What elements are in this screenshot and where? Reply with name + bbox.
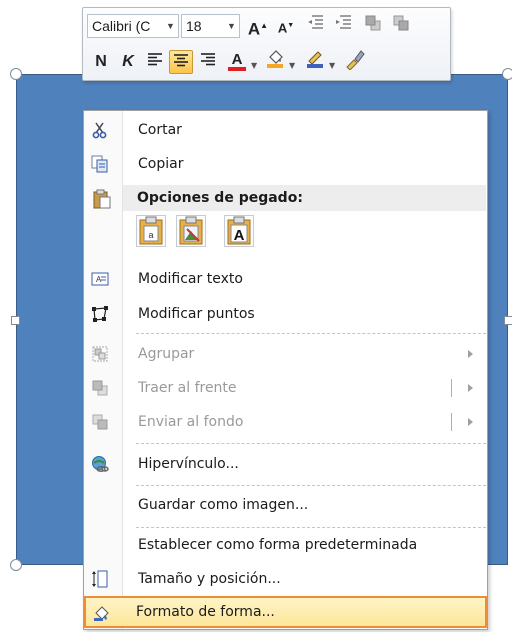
edit-points-icon [91,305,109,323]
chevron-down-icon[interactable]: ▼ [224,15,239,37]
copy-icon [91,155,109,173]
menu-item-label: Traer al frente [138,380,237,396]
menu-item-label: Formato de forma... [136,604,275,620]
menu-item-label: Cortar [138,122,182,138]
menu-item-label: Modificar puntos [138,306,255,322]
resize-handle-top-left[interactable] [10,68,22,80]
bring-forward-icon[interactable] [361,14,385,38]
paste-text-only-button[interactable]: A [224,215,254,247]
menu-item-label: Agrupar [138,346,195,362]
menu-separator [136,527,486,528]
mini-toolbar: Calibri (C ▼ 18 ▼ A▲ A▼ N K A ▼ ▼ ▼ [82,7,451,81]
font-size-value: 18 [186,18,202,34]
menu-item-tamano-posicion[interactable]: Tamaño y posición... [86,563,485,595]
menu-item-copiar[interactable]: Copiar [86,148,485,180]
submenu-arrow-icon[interactable] [468,384,473,392]
send-back-icon [91,413,109,431]
paste-options-header: Opciones de pegado: [123,185,486,211]
bring-front-icon [91,379,109,397]
bold-button[interactable]: N [89,50,113,74]
paste-options-label: Opciones de pegado: [137,190,303,206]
paste-text-only-label: A [233,227,245,244]
increase-indent-icon[interactable] [331,14,355,38]
decrease-indent-icon[interactable] [303,14,327,38]
split-divider [451,413,452,431]
chevron-down-icon[interactable]: ▼ [251,61,257,70]
svg-text:a: a [148,230,153,240]
align-center-icon[interactable] [169,50,193,74]
resize-handle-bottom-left[interactable] [10,559,22,571]
align-right-icon[interactable] [196,50,220,74]
size-position-icon [91,570,109,588]
menu-item-agrupar[interactable]: Agrupar [86,338,485,370]
menu-item-enviar-al-fondo[interactable]: Enviar al fondo [86,406,485,438]
font-name-value: Calibri (C [92,18,151,34]
context-menu: Cortar Copiar Opciones de pegado: a A A … [83,110,488,630]
menu-item-label: Copiar [138,156,184,172]
shape-outline-icon[interactable] [303,48,327,72]
chevron-down-icon[interactable]: ▼ [289,61,295,70]
chevron-down-icon[interactable]: ▼ [329,61,335,70]
resize-handle-left[interactable] [11,316,20,325]
send-backward-icon[interactable] [389,14,413,38]
chevron-down-icon[interactable]: ▼ [163,15,178,37]
menu-item-formato-de-forma[interactable]: Formato de forma... [84,596,487,628]
font-color-button[interactable]: A [225,48,249,72]
menu-item-hipervinculo[interactable]: Hipervínculo... [86,448,485,480]
menu-item-label: Hipervínculo... [138,456,239,472]
edit-text-icon: A [91,270,109,288]
font-color-swatch [228,67,246,71]
grow-font-icon[interactable]: A▲ [246,14,270,39]
resize-handle-right[interactable] [504,316,512,325]
scissors-icon [91,121,109,139]
italic-button[interactable]: K [116,50,140,74]
shrink-font-icon[interactable]: A▼ [274,14,298,38]
resize-handle-top-right[interactable] [502,68,512,80]
group-icon [91,345,109,363]
shape-fill-icon[interactable] [263,48,287,72]
menu-item-label: Tamaño y posición... [138,571,281,587]
align-left-icon[interactable] [143,50,167,74]
menu-item-label: Establecer como forma predeterminada [138,537,418,553]
menu-item-label: Enviar al fondo [138,414,244,430]
menu-item-cortar[interactable]: Cortar [86,114,485,146]
menu-item-modificar-puntos[interactable]: Modificar puntos [86,298,485,330]
menu-separator [136,485,486,486]
submenu-arrow-icon[interactable] [468,418,473,426]
menu-item-label: Guardar como imagen... [138,497,309,513]
font-name-combo[interactable]: Calibri (C ▼ [87,14,179,38]
menu-separator [136,333,486,334]
format-painter-icon[interactable] [343,48,367,72]
split-divider [451,379,452,397]
menu-item-label: Modificar texto [138,271,243,287]
menu-item-traer-al-frente[interactable]: Traer al frente [86,372,485,404]
font-size-combo[interactable]: 18 ▼ [181,14,240,38]
menu-item-modificar-texto[interactable]: A Modificar texto [86,263,485,295]
hyperlink-icon [91,455,109,473]
menu-item-guardar-como-imagen[interactable]: Guardar como imagen... [86,489,485,521]
menu-separator [136,443,486,444]
paste-icon [92,189,112,209]
paste-picture-button[interactable] [176,215,206,247]
format-shape-icon [93,604,111,622]
paste-keep-formatting-button[interactable]: a [136,215,166,247]
submenu-arrow-icon [468,350,473,358]
menu-item-establecer-forma-predeterminada[interactable]: Establecer como forma predeterminada [86,529,485,561]
